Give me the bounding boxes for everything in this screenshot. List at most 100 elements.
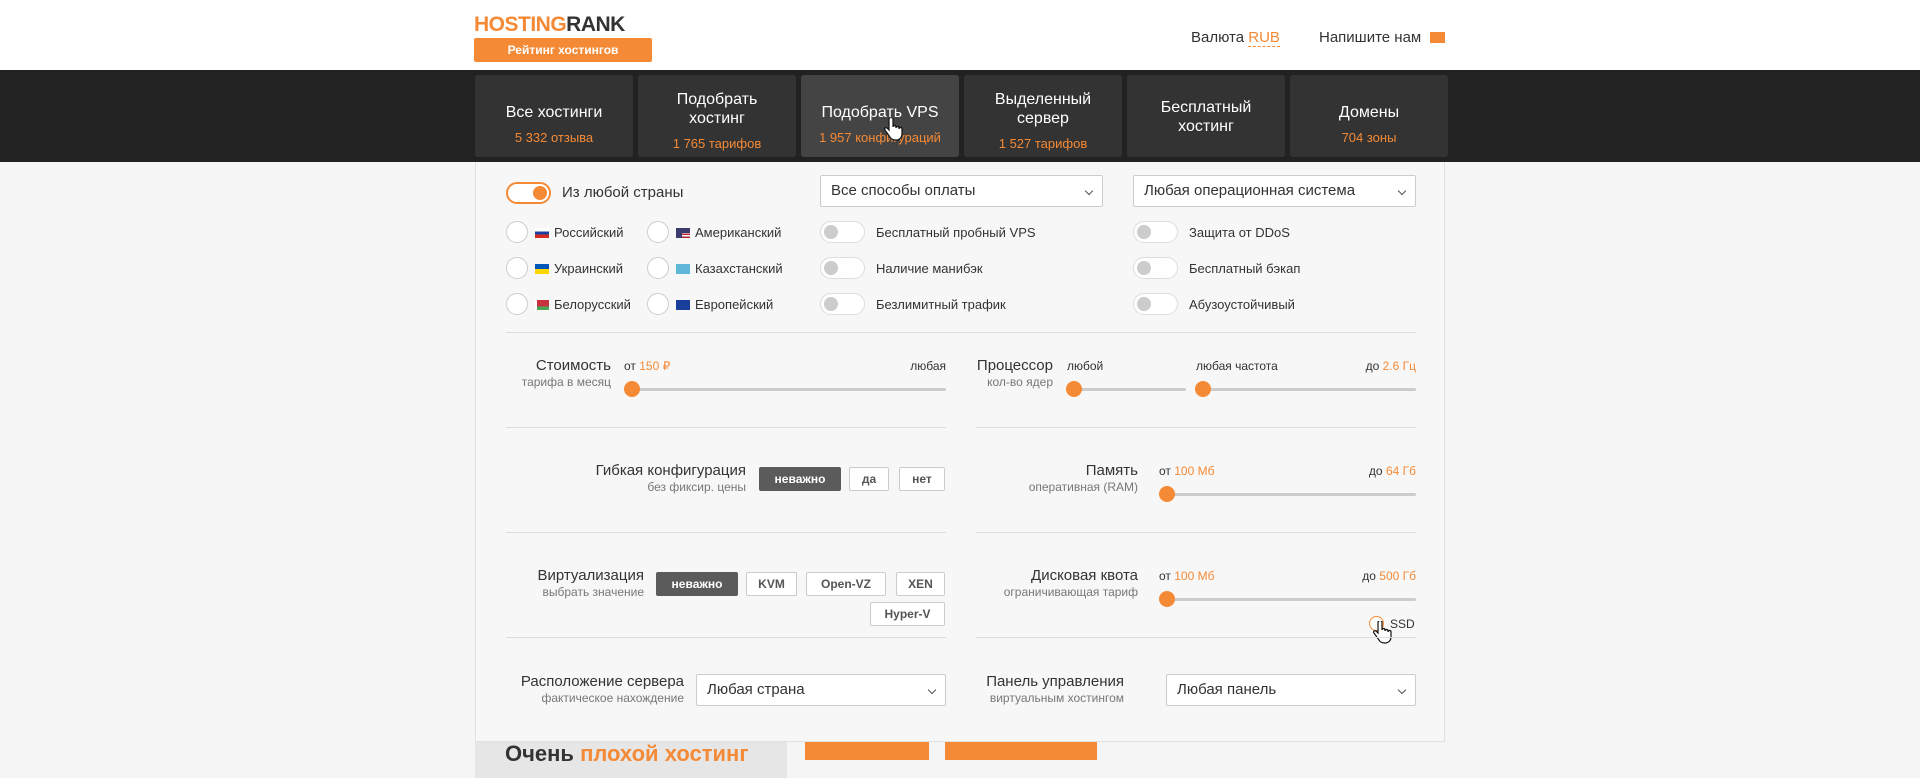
cpu-freq-label: любая частота <box>1196 359 1278 373</box>
chevron-down-icon <box>927 685 937 695</box>
country-kazakh: Казахстанский <box>676 261 783 276</box>
toggle-backup[interactable] <box>1133 257 1178 279</box>
memory-slider-track[interactable] <box>1168 493 1416 496</box>
radio-american[interactable] <box>647 221 669 243</box>
flex-option-no[interactable]: нет <box>899 467 945 491</box>
flag-ru-icon <box>535 227 549 238</box>
cost-sub: тарифа в месяц <box>521 375 611 389</box>
currency-value[interactable]: RUB <box>1248 29 1280 47</box>
tab-title: Бесплатный хостинг <box>1160 99 1252 135</box>
toggle-moneyback[interactable] <box>820 257 865 279</box>
divider <box>976 532 1416 533</box>
cpu-cores-slider-track[interactable] <box>1075 388 1186 391</box>
radio-russian[interactable] <box>506 221 528 243</box>
cost-to: любая <box>910 359 946 373</box>
virt-option-xen[interactable]: XEN <box>896 572 945 596</box>
flag-eu-icon <box>676 299 690 310</box>
cpu-to-label: до <box>1365 359 1380 373</box>
radio-ukrainian[interactable] <box>506 257 528 279</box>
cpu-freq-slider-track[interactable] <box>1204 388 1416 391</box>
virt-option-openvz[interactable]: Open-VZ <box>806 572 886 596</box>
control-panel-select-value: Любая панель <box>1177 681 1277 698</box>
os-select-value: Любая операционная система <box>1144 182 1356 199</box>
cpu-cores-value: любой <box>1067 359 1104 373</box>
tab-free-hosting[interactable]: Бесплатный хостинг <box>1127 75 1285 157</box>
location-sub: фактическое нахождение <box>541 691 684 705</box>
tab-title: Подобрать VPS <box>821 104 939 121</box>
tab-subtitle: 704 зоны <box>1341 130 1397 145</box>
tab-domains[interactable]: Домены 704 зоны <box>1290 75 1448 157</box>
flex-option-any[interactable]: неважно <box>759 467 841 491</box>
location-select[interactable]: Любая страна <box>696 674 946 706</box>
memory-to-value: 64 Гб <box>1385 464 1416 478</box>
bottom-button[interactable] <box>805 742 929 760</box>
memory-sub: оперативная (RAM) <box>1028 480 1138 494</box>
virt-option-hyperv[interactable]: Hyper-V <box>870 602 945 626</box>
toggle-unlimited-traffic[interactable] <box>820 293 865 315</box>
cost-slider-track[interactable] <box>626 388 946 391</box>
country-belarusian: Белорусский <box>535 297 631 312</box>
tab-subtitle: 1 765 тарифов <box>672 136 762 151</box>
chevron-down-icon <box>1084 186 1094 196</box>
disk-slider-thumb[interactable] <box>1159 591 1175 607</box>
flex-option-yes[interactable]: да <box>849 467 889 491</box>
cpu-cores-slider-thumb[interactable] <box>1066 381 1082 397</box>
logo-tagline: Рейтинг хостингов <box>474 38 652 62</box>
cpu-freq-slider-thumb[interactable] <box>1195 381 1211 397</box>
virt-option-any[interactable]: неважно <box>656 572 738 596</box>
virt-sub: выбрать значение <box>542 585 644 599</box>
virt-option-kvm[interactable]: KVM <box>746 572 797 596</box>
country-russian: Российский <box>535 225 624 240</box>
cost-slider-thumb[interactable] <box>624 381 640 397</box>
logo-rank: RANK <box>566 13 625 36</box>
radio-kazakh[interactable] <box>647 257 669 279</box>
contact-link[interactable]: Напишите нам <box>1319 29 1446 46</box>
any-country-toggle[interactable] <box>506 182 551 204</box>
disk-to: до 500 Гб <box>1336 569 1416 583</box>
disk-sub: ограничивающая тариф <box>1003 585 1138 599</box>
radio-european[interactable] <box>647 293 669 315</box>
tab-title: Домены <box>1338 104 1400 121</box>
envelope-icon <box>1430 31 1446 43</box>
flag-ua-icon <box>535 263 549 274</box>
disk-slider-track[interactable] <box>1168 598 1416 601</box>
disk-from-label: от <box>1159 569 1171 583</box>
bottom-button[interactable] <box>945 742 1097 760</box>
control-panel-sub: виртуальным хостингом <box>989 691 1124 705</box>
title-prefix: Очень <box>505 741 574 766</box>
tab-all-hostings[interactable]: Все хостинги 5 332 отзыва <box>475 75 633 157</box>
disk-from: от 100 Мб <box>1159 569 1214 583</box>
currency-switch[interactable]: Валюта RUB <box>1191 29 1280 47</box>
cpu-to-value: 2.6 Гц <box>1382 359 1416 373</box>
tab-find-vps[interactable]: Подобрать VPS 1 957 конфигураций <box>801 75 959 157</box>
contact-label: Напишите нам <box>1319 29 1422 46</box>
divider <box>506 532 946 533</box>
memory-from-value: 100 Мб <box>1174 464 1215 478</box>
country-ukrainian: Украинский <box>535 261 623 276</box>
flex-sub: без фиксир. цены <box>647 480 746 494</box>
country-label: Белорусский <box>554 297 631 312</box>
toggle-free-trial[interactable] <box>820 221 865 243</box>
toggle-backup-label: Бесплатный бэкап <box>1189 261 1301 276</box>
site-logo[interactable]: HOSTINGRANK Рейтинг хостингов <box>474 14 652 62</box>
control-panel-select[interactable]: Любая панель <box>1166 674 1416 706</box>
toggle-bulletproof-label: Абузоустойчивый <box>1189 297 1295 312</box>
os-select[interactable]: Любая операционная система <box>1133 175 1416 207</box>
toggle-moneyback-label: Наличие манибэк <box>876 261 983 276</box>
country-label: Казахстанский <box>695 261 783 276</box>
hand-cursor-icon <box>1373 621 1392 644</box>
tab-title: Все хостинги <box>505 104 603 121</box>
chevron-down-icon <box>1397 685 1407 695</box>
memory-label: Память <box>1085 462 1138 479</box>
radio-belarusian[interactable] <box>506 293 528 315</box>
tab-dedicated-server[interactable]: Выделенный сервер 1 527 тарифов <box>964 75 1122 157</box>
toggle-ddos[interactable] <box>1133 221 1178 243</box>
payment-select[interactable]: Все способы оплаты <box>820 175 1103 207</box>
control-panel-label: Панель управления <box>986 673 1124 690</box>
memory-to: до 64 Гб <box>1336 464 1416 478</box>
tab-find-hosting[interactable]: Подобрать хостинг 1 765 тарифов <box>638 75 796 157</box>
memory-slider-thumb[interactable] <box>1159 486 1175 502</box>
flag-by-icon <box>535 299 549 310</box>
top-header: HOSTINGRANK Рейтинг хостингов Валюта RUB… <box>0 0 1920 70</box>
toggle-bulletproof[interactable] <box>1133 293 1178 315</box>
